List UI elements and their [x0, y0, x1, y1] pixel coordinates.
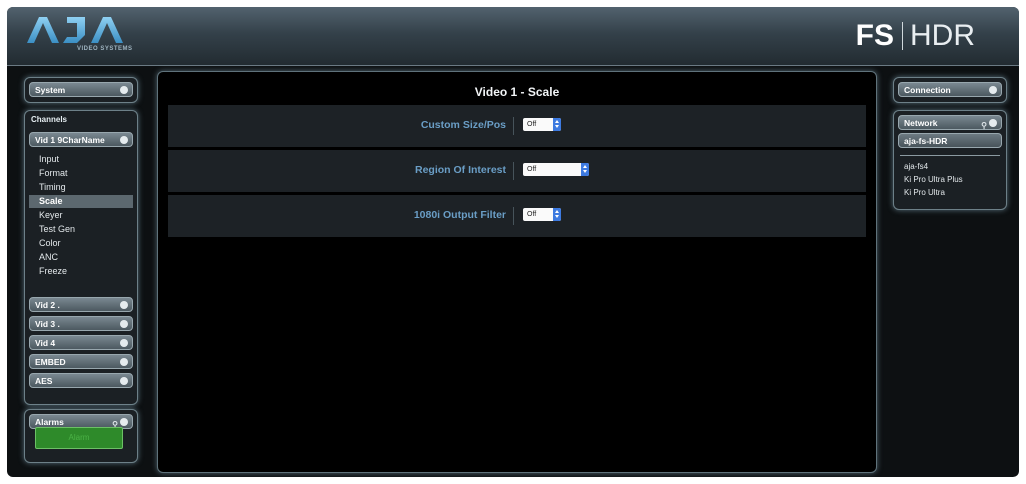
channel-vid4-label: Vid 4 — [35, 338, 56, 348]
current-device-label: aja-fs-HDR — [904, 136, 948, 146]
select-arrow-icon — [553, 118, 561, 131]
network-button[interactable]: Network ⚲ — [898, 115, 1002, 130]
channel-vid1-label: Vid 1 9CharName — [35, 135, 105, 145]
channels-panel: Channels Vid 1 9CharName Input Format Ti… — [24, 110, 138, 405]
expand-icon[interactable] — [120, 136, 128, 144]
product-divider — [902, 22, 903, 50]
channel-selector-vid1[interactable]: Vid 1 9CharName — [29, 132, 133, 147]
nav-scale[interactable]: Scale — [29, 195, 133, 208]
expand-icon[interactable] — [120, 377, 128, 385]
current-device[interactable]: aja-fs-HDR — [898, 133, 1002, 148]
nav-keyer[interactable]: Keyer — [29, 209, 133, 222]
main-content: Video 1 - Scale Custom Size/Pos Off Regi… — [157, 71, 877, 473]
device-divider — [900, 155, 1000, 156]
connection-label: Connection — [904, 85, 951, 95]
page-title: Video 1 - Scale — [474, 85, 560, 99]
channel-embed-label: EMBED — [35, 357, 66, 367]
select-arrow-icon — [553, 208, 561, 221]
divider — [513, 207, 514, 225]
device-item[interactable]: Ki Pro Ultra — [904, 188, 945, 197]
alarms-panel: Alarms ⚲ Alarm — [24, 409, 138, 463]
network-label: Network — [904, 118, 938, 128]
connection-panel: Connection — [893, 77, 1007, 103]
nav-freeze[interactable]: Freeze — [29, 265, 133, 278]
nav-test-gen[interactable]: Test Gen — [29, 223, 133, 236]
product-hdr: HDR — [910, 19, 975, 52]
select-arrow-icon — [581, 163, 589, 176]
aja-logo: VIDEO SYSTEMS — [25, 15, 155, 59]
select-value: Off — [527, 166, 537, 173]
setting-label: Region Of Interest — [414, 164, 506, 176]
region-of-interest-select[interactable]: Off — [523, 163, 589, 176]
expand-icon[interactable] — [120, 86, 128, 94]
expand-icon[interactable] — [120, 320, 128, 328]
system-button[interactable]: System — [29, 82, 133, 97]
divider — [513, 117, 514, 135]
search-icon[interactable]: ⚲ — [981, 118, 987, 133]
select-value: Off — [527, 121, 537, 128]
product-fs: FS — [855, 19, 894, 52]
expand-icon[interactable] — [120, 339, 128, 347]
system-panel: System — [24, 77, 138, 103]
custom-size-select[interactable]: Off — [523, 118, 561, 131]
expand-icon[interactable] — [120, 418, 128, 426]
logo-subtext: VIDEO SYSTEMS — [77, 46, 133, 52]
expand-icon[interactable] — [989, 119, 997, 127]
channel-aes-label: AES — [35, 376, 53, 386]
expand-icon[interactable] — [989, 86, 997, 94]
channel-vid4-button[interactable]: Vid 4 — [29, 335, 133, 350]
setting-row-custom-size: Custom Size/Pos Off — [168, 105, 866, 147]
product-name: FS HDR — [856, 19, 975, 53]
device-item[interactable]: Ki Pro Ultra Plus — [904, 175, 963, 184]
nav-anc[interactable]: ANC — [29, 251, 133, 264]
system-label: System — [35, 85, 66, 95]
channel-embed-button[interactable]: EMBED — [29, 354, 133, 369]
nav-format[interactable]: Format — [29, 167, 133, 180]
app-window: VIDEO SYSTEMS FS HDR System Channels Vid… — [7, 7, 1019, 477]
nav-color[interactable]: Color — [29, 237, 133, 250]
header-bar: VIDEO SYSTEMS FS HDR — [7, 7, 1019, 66]
setting-row-output-filter: 1080i Output Filter Off — [168, 195, 866, 237]
channel-vid2-label: Vid 2 . — [35, 300, 60, 310]
setting-row-region-of-interest: Region Of Interest Off — [168, 150, 866, 192]
channel-vid3-button[interactable]: Vid 3 . — [29, 316, 133, 331]
device-item[interactable]: aja-fs4 — [904, 162, 928, 171]
connection-button[interactable]: Connection — [898, 82, 1002, 97]
alarms-label: Alarms — [35, 417, 64, 427]
channel-vid2-button[interactable]: Vid 2 . — [29, 297, 133, 312]
channels-label: Channels — [31, 115, 68, 124]
nav-input[interactable]: Input — [29, 153, 133, 166]
network-panel: Network ⚲ aja-fs-HDR aja-fs4 Ki Pro Ultr… — [893, 110, 1007, 210]
channel-aes-button[interactable]: AES — [29, 373, 133, 388]
expand-icon[interactable] — [120, 358, 128, 366]
channel-vid3-label: Vid 3 . — [35, 319, 60, 329]
select-value: Off — [527, 211, 537, 218]
output-filter-select[interactable]: Off — [523, 208, 561, 221]
divider — [513, 162, 514, 180]
nav-timing[interactable]: Timing — [29, 181, 133, 194]
alarm-indicator: Alarm — [35, 427, 123, 449]
setting-label: Custom Size/Pos — [420, 119, 506, 131]
setting-label: 1080i Output Filter — [413, 209, 506, 221]
expand-icon[interactable] — [120, 301, 128, 309]
